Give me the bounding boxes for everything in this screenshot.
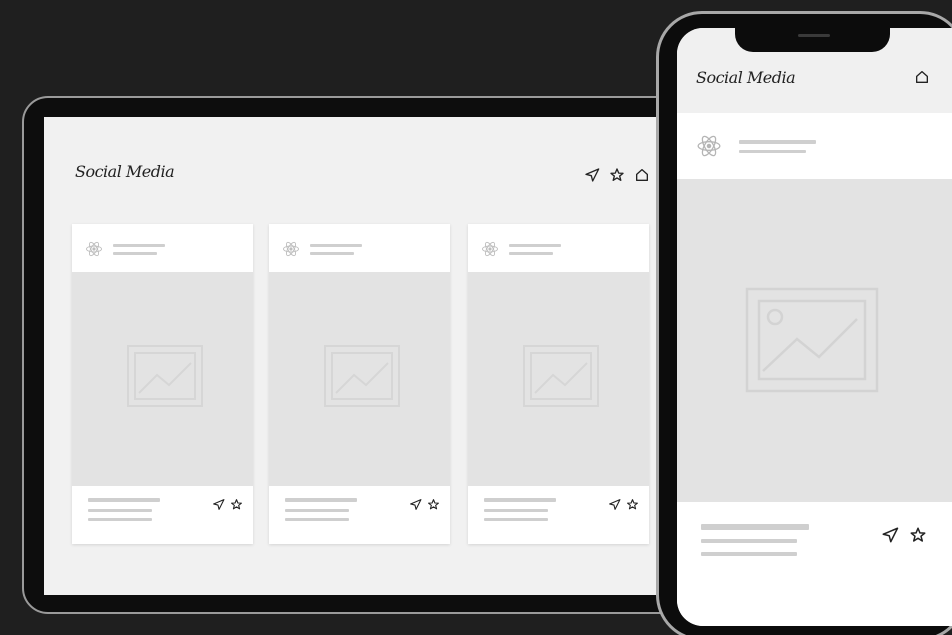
image-placeholder [468, 272, 649, 486]
image-placeholder [269, 272, 450, 486]
phone-post-actions [881, 526, 927, 544]
post-card-header [468, 224, 649, 272]
image-placeholder [72, 272, 253, 486]
post-card-header [72, 224, 253, 272]
tablet-brand-logo: Social Media [75, 162, 175, 181]
atom-avatar-icon [696, 133, 722, 159]
skeleton-line [739, 150, 806, 153]
image-icon [523, 345, 599, 407]
skeleton-line [484, 498, 556, 502]
post-card-footer [269, 486, 450, 544]
star-icon[interactable] [230, 498, 243, 511]
skeleton-line [509, 252, 553, 255]
skeleton-line [310, 252, 354, 255]
skeleton-line [113, 244, 165, 247]
skeleton-line [484, 509, 548, 512]
send-icon[interactable] [584, 167, 600, 183]
star-icon[interactable] [909, 526, 927, 544]
post-card[interactable] [269, 224, 450, 544]
star-icon[interactable] [609, 167, 625, 183]
post-card-header [269, 224, 450, 272]
phone-post-header [677, 113, 952, 179]
skeleton-line [701, 524, 809, 530]
skeleton-line [285, 498, 357, 502]
image-icon [324, 345, 400, 407]
skeleton-line [310, 244, 362, 247]
image-icon [127, 345, 203, 407]
star-icon[interactable] [626, 498, 639, 511]
post-card-actions [212, 498, 243, 511]
post-card[interactable] [468, 224, 649, 544]
phone-post-footer [677, 502, 952, 626]
skeleton-line [88, 498, 160, 502]
atom-avatar-icon [85, 240, 103, 258]
home-icon[interactable] [914, 69, 930, 85]
phone-notch [735, 28, 890, 52]
image-icon [745, 287, 879, 393]
tablet-screen: Social Media [44, 117, 684, 595]
atom-avatar-icon [481, 240, 499, 258]
tablet-header-actions [584, 167, 650, 183]
atom-avatar-icon [282, 240, 300, 258]
post-card-footer [468, 486, 649, 544]
post-card[interactable] [72, 224, 253, 544]
skeleton-line [88, 509, 152, 512]
post-card-footer [72, 486, 253, 544]
home-icon[interactable] [634, 167, 650, 183]
phone-brand-logo: Social Media [696, 68, 796, 87]
skeleton-line [739, 140, 816, 144]
star-icon[interactable] [427, 498, 440, 511]
post-card-actions [608, 498, 639, 511]
phone-screen: Social Media [677, 28, 952, 626]
skeleton-line [285, 518, 349, 521]
send-icon[interactable] [212, 498, 225, 511]
skeleton-line [285, 509, 349, 512]
skeleton-line [113, 252, 157, 255]
skeleton-line [88, 518, 152, 521]
send-icon[interactable] [409, 498, 422, 511]
send-icon[interactable] [881, 526, 899, 544]
send-icon[interactable] [608, 498, 621, 511]
skeleton-line [701, 539, 797, 543]
skeleton-line [509, 244, 561, 247]
post-card-actions [409, 498, 440, 511]
phone-image-placeholder [677, 179, 952, 502]
phone-speaker [798, 34, 830, 37]
skeleton-line [484, 518, 548, 521]
skeleton-line [701, 552, 797, 556]
